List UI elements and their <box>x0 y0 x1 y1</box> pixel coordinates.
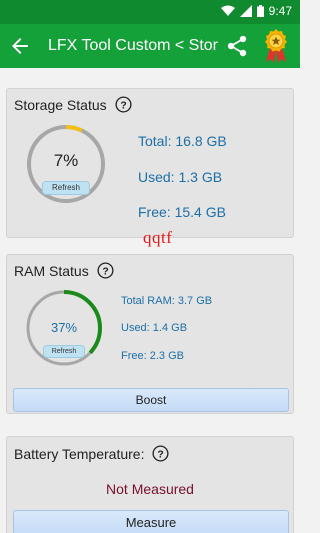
ram-title-label: RAM Status <box>14 262 89 279</box>
storage-percent: 7% <box>53 151 79 170</box>
ram-percent: 37% <box>50 320 78 335</box>
award-badge-icon[interactable] <box>262 28 290 64</box>
ram-refresh-button[interactable]: Refresh <box>43 345 85 358</box>
svg-text:?: ? <box>158 449 164 460</box>
battery-icon <box>256 5 264 17</box>
ram-card-title: RAM Status ? <box>14 262 114 279</box>
help-icon[interactable]: ? <box>97 262 114 279</box>
ram-usage-ring: 37% Refresh <box>24 288 104 368</box>
storage-total: Total: 16.8 GB <box>138 133 227 149</box>
svg-text:?: ? <box>102 266 108 277</box>
status-bar: 9:47 <box>0 0 300 24</box>
storage-usage-ring: 7% Refresh <box>25 123 107 205</box>
app-bar: LFX Tool Custom < Stor <box>0 24 300 68</box>
measure-button[interactable]: Measure <box>13 510 289 533</box>
wifi-icon <box>220 5 235 16</box>
back-arrow-icon[interactable] <box>8 34 32 58</box>
battery-card: Battery Temperature: ? Not Measured Meas… <box>6 436 294 533</box>
ram-used: Used: 1.4 GB <box>121 322 188 334</box>
signal-icon <box>239 5 252 17</box>
storage-card-title: Storage Status ? <box>14 96 132 113</box>
storage-title-label: Storage Status <box>14 96 107 113</box>
battery-card-title: Battery Temperature: ? <box>14 445 170 462</box>
storage-card: Storage Status ? 7% Refresh Total: 16.8 … <box>6 88 294 238</box>
help-icon[interactable]: ? <box>152 445 170 462</box>
help-icon[interactable]: ? <box>115 96 132 113</box>
ram-total: Total RAM: 3.7 GB <box>121 295 213 307</box>
battery-title-label: Battery Temperature: <box>14 445 145 462</box>
svg-text:?: ? <box>120 100 126 111</box>
storage-free: Free: 15.4 GB <box>138 204 226 220</box>
page-title: LFX Tool Custom < Stor <box>48 37 218 54</box>
ram-free: Free: 2.3 GB <box>121 350 184 362</box>
storage-used: Used: 1.3 GB <box>138 169 223 185</box>
storage-refresh-button[interactable]: Refresh <box>42 181 90 195</box>
share-icon[interactable] <box>226 34 248 58</box>
ram-card: RAM Status ? 37% Refresh Total RAM: 3.7 … <box>6 254 294 414</box>
battery-temperature-value: Not Measured <box>106 481 194 497</box>
boost-button[interactable]: Boost <box>13 388 289 412</box>
watermark-text: qqtf <box>143 228 173 247</box>
clock: 9:47 <box>268 4 292 18</box>
